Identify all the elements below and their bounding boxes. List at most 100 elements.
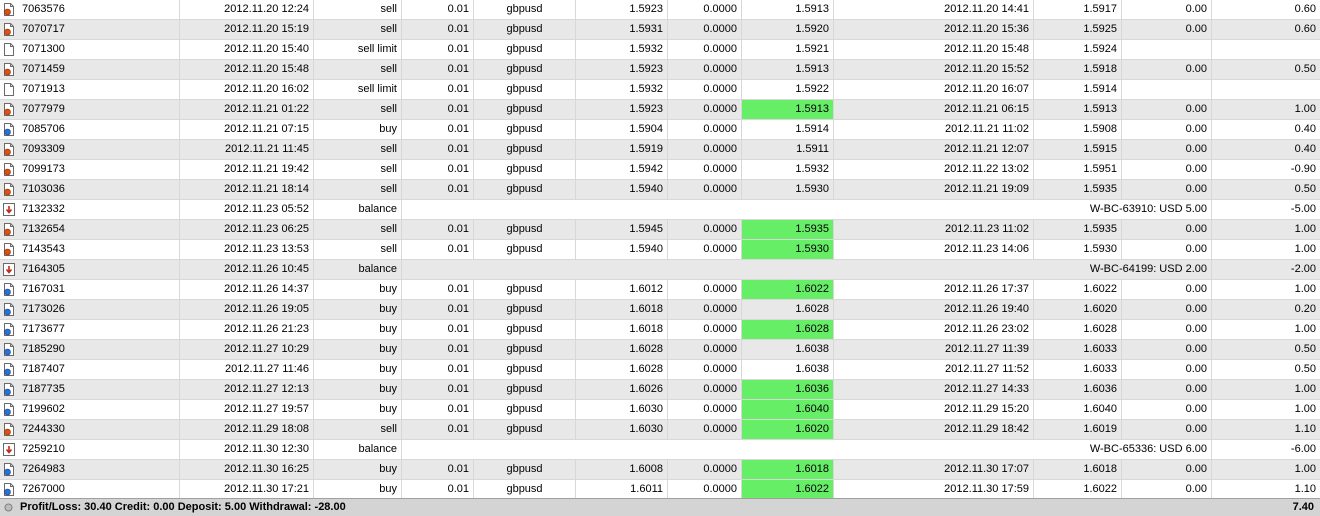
comment-cell: W-BC-64199: USD 2.00 <box>402 260 1212 279</box>
table-row[interactable]: 7077979 2012.11.21 01:22 sell 0.01 gbpusd 1.5… <box>0 100 1320 120</box>
table-row[interactable]: 7099173 2012.11.21 19:42 sell 0.01 gbpusd 1.5… <box>0 160 1320 180</box>
ticket-cell: 7085706 <box>0 120 180 139</box>
item-cell: gbpusd <box>474 480 576 499</box>
take-profit-cell: 1.5914 <box>742 120 834 139</box>
profit-cell: -2.00 <box>1290 263 1316 275</box>
table-row[interactable]: 7185290 2012.11.27 10:29 buy 0.01 gbpusd 1.60… <box>0 340 1320 360</box>
table-row[interactable]: 7199602 2012.11.27 19:57 buy 0.01 gbpusd 1.60… <box>0 400 1320 420</box>
stop-loss-cell: 0.0000 <box>668 160 742 179</box>
swap-cell: 0.00 <box>1122 340 1212 359</box>
take-profit-cell: 1.6038 <box>742 360 834 379</box>
price-cell: 1.5923 <box>576 0 668 19</box>
item-cell: gbpusd <box>474 100 576 119</box>
open-time-cell: 2012.11.23 06:25 <box>180 220 314 239</box>
table-row[interactable]: 7259210 2012.11.30 12:30 balance W-BC-65336… <box>0 440 1320 460</box>
ticket-cell: 7259210 <box>0 440 180 459</box>
table-row[interactable]: 7264983 2012.11.30 16:25 buy 0.01 gbpusd 1.60… <box>0 460 1320 480</box>
summary-text: Profit/Loss: 30.40 Credit: 0.00 Deposit:… <box>20 501 346 513</box>
table-row[interactable]: 7132332 2012.11.23 05:52 balance W-BC-63910… <box>0 200 1320 220</box>
take-profit-cell: 1.5920 <box>742 20 834 39</box>
open-time-cell: 2012.11.21 07:15 <box>180 120 314 139</box>
size-cell: 0.01 <box>402 0 474 19</box>
close-price-cell: 1.5917 <box>1034 0 1122 19</box>
close-price-cell: 1.5925 <box>1034 20 1122 39</box>
ticket-cell: 7103036 <box>0 180 180 199</box>
take-profit-cell: 1.5930 <box>742 180 834 199</box>
open-time-cell: 2012.11.27 11:46 <box>180 360 314 379</box>
table-row[interactable]: 7071300 2012.11.20 15:40 sell limit 0.01 gbp… <box>0 40 1320 60</box>
ticket-cell: 7267000 <box>0 480 180 499</box>
open-time-cell: 2012.11.20 15:40 <box>180 40 314 59</box>
swap-cell: 0.00 <box>1122 480 1212 499</box>
table-row[interactable]: 7143543 2012.11.23 13:53 sell 0.01 gbpusd 1.5… <box>0 240 1320 260</box>
profit-cell: 1.00 <box>1294 403 1316 415</box>
profit-cell: 0.60 <box>1294 23 1316 35</box>
close-time-cell: 2012.11.27 11:39 <box>834 340 1034 359</box>
profit-cell <box>1212 80 1320 99</box>
swap-cell: 0.00 <box>1122 220 1212 239</box>
close-price-cell: 1.6036 <box>1034 380 1122 399</box>
close-price-cell: 1.6033 <box>1034 340 1122 359</box>
table-row[interactable]: 7071913 2012.11.20 16:02 sell limit 0.01 gbp… <box>0 80 1320 100</box>
size-cell: 0.01 <box>402 420 474 439</box>
table-row[interactable]: 7244330 2012.11.29 18:08 sell 0.01 gbpusd 1.6… <box>0 420 1320 440</box>
close-price-cell: 1.5913 <box>1034 100 1122 119</box>
take-profit-cell: 1.5921 <box>742 40 834 59</box>
close-time-cell: 2012.11.30 17:59 <box>834 480 1034 499</box>
table-row[interactable]: 7173677 2012.11.26 21:23 buy 0.01 gbpusd 1.60… <box>0 320 1320 340</box>
item-cell: gbpusd <box>474 380 576 399</box>
ticket-cell: 7199602 <box>0 400 180 419</box>
swap-cell: 0.00 <box>1122 360 1212 379</box>
close-price-cell: 1.5935 <box>1034 180 1122 199</box>
type-cell: buy <box>314 480 402 499</box>
swap-cell: 0.00 <box>1122 300 1212 319</box>
price-cell: 1.5904 <box>576 120 668 139</box>
stop-loss-cell: 0.0000 <box>668 60 742 79</box>
close-time-cell: 2012.11.20 16:07 <box>834 80 1034 99</box>
price-cell: 1.6008 <box>576 460 668 479</box>
item-cell: gbpusd <box>474 180 576 199</box>
size-cell: 0.01 <box>402 300 474 319</box>
close-time-cell: 2012.11.21 19:09 <box>834 180 1034 199</box>
price-cell: 1.5932 <box>576 40 668 59</box>
take-profit-cell: 1.5913 <box>742 0 834 19</box>
table-row[interactable]: 7267000 2012.11.30 17:21 buy 0.01 gbpusd 1.60… <box>0 480 1320 500</box>
table-row[interactable]: 7164305 2012.11.26 10:45 balance W-BC-64199… <box>0 260 1320 280</box>
take-profit-cell: 1.6018 <box>742 460 834 479</box>
stop-loss-cell: 0.0000 <box>668 360 742 379</box>
stop-loss-cell: 0.0000 <box>668 180 742 199</box>
close-time-cell: 2012.11.26 23:02 <box>834 320 1034 339</box>
close-time-cell: 2012.11.20 15:48 <box>834 40 1034 59</box>
open-time-cell: 2012.11.30 17:21 <box>180 480 314 499</box>
price-cell: 1.6011 <box>576 480 668 499</box>
table-row[interactable]: 7063576 2012.11.20 12:24 sell 0.01 gbpusd 1.5… <box>0 0 1320 20</box>
stop-loss-cell: 0.0000 <box>668 240 742 259</box>
stop-loss-cell: 0.0000 <box>668 140 742 159</box>
ticket-cell: 7264983 <box>0 460 180 479</box>
type-cell: sell <box>314 160 402 179</box>
table-row[interactable]: 7093309 2012.11.21 11:45 sell 0.01 gbpusd 1.5… <box>0 140 1320 160</box>
price-cell: 1.6028 <box>576 360 668 379</box>
type-cell: buy <box>314 380 402 399</box>
close-price-cell: 1.6033 <box>1034 360 1122 379</box>
table-row[interactable]: 7173026 2012.11.26 19:05 buy 0.01 gbpusd 1.60… <box>0 300 1320 320</box>
table-row[interactable]: 7070717 2012.11.20 15:19 sell 0.01 gbpusd 1.5… <box>0 20 1320 40</box>
swap-cell <box>1122 260 1212 279</box>
table-row[interactable]: 7103036 2012.11.21 18:14 sell 0.01 gbpusd 1.5… <box>0 180 1320 200</box>
summary-circle-icon <box>4 503 13 512</box>
table-row[interactable]: 7187735 2012.11.27 12:13 buy 0.01 gbpusd 1.60… <box>0 380 1320 400</box>
table-row[interactable]: 7132654 2012.11.23 06:25 sell 0.01 gbpusd 1.5… <box>0 220 1320 240</box>
ticket-cell: 7173677 <box>0 320 180 339</box>
stop-loss-cell: 0.0000 <box>668 380 742 399</box>
open-time-cell: 2012.11.23 05:52 <box>180 200 314 219</box>
table-row[interactable]: 7187407 2012.11.27 11:46 buy 0.01 gbpusd 1.60… <box>0 360 1320 380</box>
price-cell: 1.6030 <box>576 420 668 439</box>
table-row[interactable]: 7071459 2012.11.20 15:48 sell 0.01 gbpusd 1.5… <box>0 60 1320 80</box>
item-cell: gbpusd <box>474 160 576 179</box>
table-row[interactable]: 7085706 2012.11.21 07:15 buy 0.01 gbpusd 1.59… <box>0 120 1320 140</box>
close-price-cell: 1.6028 <box>1034 320 1122 339</box>
table-row[interactable]: 7167031 2012.11.26 14:37 buy 0.01 gbpusd 1.60… <box>0 280 1320 300</box>
profit-cell: 0.50 <box>1294 63 1316 75</box>
profit-cell: 0.50 <box>1294 343 1316 355</box>
ticket-cell: 7071459 <box>0 60 180 79</box>
